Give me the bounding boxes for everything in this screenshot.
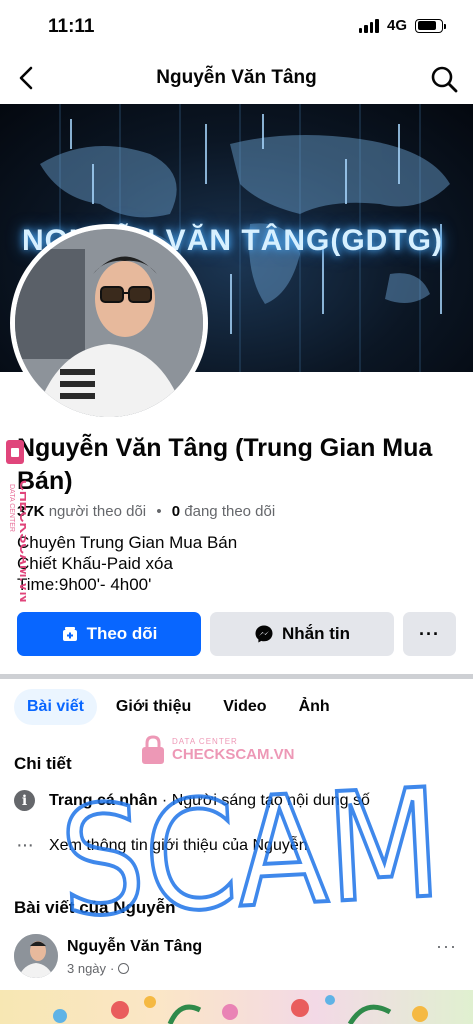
details-heading: Chi tiết bbox=[14, 754, 72, 773]
followers-count[interactable]: 37K bbox=[17, 503, 45, 520]
meta-dot: · bbox=[110, 961, 115, 976]
follow-button[interactable]: Theo dõi bbox=[17, 612, 201, 656]
battery-icon bbox=[415, 18, 446, 33]
page-type: Trang cá nhân bbox=[49, 791, 158, 809]
info-icon: i bbox=[14, 790, 35, 811]
following-label[interactable]: đang theo dõi bbox=[184, 503, 275, 520]
more-dots-icon: ··· bbox=[419, 623, 440, 644]
status-bar: 11:11 4G bbox=[0, 0, 473, 52]
status-indicators: 4G bbox=[358, 17, 446, 34]
followers-label[interactable]: người theo dõi bbox=[49, 503, 146, 520]
tab-about[interactable]: Giới thiệu bbox=[103, 689, 204, 725]
bio-line: Chuyên Trung Gian Mua Bán bbox=[17, 533, 238, 552]
profile-actions: Theo dõi Nhắn tin ··· bbox=[17, 612, 456, 656]
post-time[interactable]: 3 ngày bbox=[67, 961, 106, 976]
tab-photos[interactable]: Ảnh bbox=[286, 689, 343, 725]
follow-label: Theo dõi bbox=[86, 624, 158, 643]
checkscam-center-watermark: DATA CENTER CHECKSCAM.VN bbox=[140, 734, 295, 766]
profile-bio: Chuyên Trung Gian Mua Bán Chiết Khấu-Pai… bbox=[17, 532, 237, 595]
network-type: 4G bbox=[386, 17, 407, 34]
floral-pattern bbox=[53, 995, 428, 1024]
detail-see-more[interactable]: ··· Xem thông tin giới thiệu của Nguyễn bbox=[14, 834, 308, 857]
nav-title: Nguyễn Văn Tâng bbox=[156, 67, 317, 88]
avatar-photo bbox=[15, 229, 203, 417]
profile-tabs: Bài viết Giới thiệu Video Ảnh bbox=[14, 688, 343, 726]
see-more-label: Xem thông tin giới thiệu của Nguyễn bbox=[49, 836, 308, 854]
bio-line: Time:9h00'- 4h00' bbox=[17, 575, 152, 594]
page-category: · Người sáng tạo nội dung số bbox=[157, 791, 370, 809]
posts-heading: Bài viết của Nguyễn bbox=[14, 898, 176, 917]
lock-icon bbox=[142, 735, 164, 764]
status-time: 11:11 bbox=[48, 16, 95, 37]
following-count[interactable]: 0 bbox=[172, 503, 180, 520]
profile-name: Nguyễn Văn Tâng (Trung Gian Mua Bán) bbox=[17, 434, 433, 495]
message-label: Nhắn tin bbox=[282, 624, 350, 643]
center-watermark-small: DATA CENTER bbox=[172, 737, 238, 746]
more-options-button[interactable]: ··· bbox=[403, 612, 456, 656]
post-author-name[interactable]: Nguyễn Văn Tâng bbox=[67, 938, 202, 956]
message-button[interactable]: Nhắn tin bbox=[210, 612, 394, 656]
center-watermark-text: CHECKSCAM.VN bbox=[172, 746, 295, 763]
nav-bar: Nguyễn Văn Tâng bbox=[0, 52, 473, 104]
follow-stats: 37K người theo dõi • 0 đang theo dõi bbox=[17, 503, 275, 520]
bio-line: Chiết Khấu-Paid xóa bbox=[17, 554, 173, 573]
globe-icon bbox=[118, 963, 130, 974]
post-author-avatar[interactable] bbox=[14, 934, 58, 978]
post-meta: 3 ngày · bbox=[67, 961, 130, 976]
vertical-watermark-small: DATA CENTER bbox=[8, 484, 15, 532]
post-image-preview[interactable] bbox=[0, 990, 473, 1024]
post-more-button[interactable]: ··· bbox=[436, 936, 457, 957]
follow-plus-icon bbox=[62, 627, 77, 641]
section-divider bbox=[0, 674, 473, 679]
more-info-icon: ··· bbox=[16, 834, 34, 856]
search-icon[interactable] bbox=[429, 64, 459, 94]
messenger-icon bbox=[255, 625, 273, 643]
profile-avatar[interactable] bbox=[10, 224, 208, 422]
stats-separator: • bbox=[156, 503, 162, 520]
tab-video[interactable]: Video bbox=[210, 689, 279, 725]
signal-icon bbox=[358, 18, 379, 33]
detail-page-type: i Trang cá nhân · Người sáng tạo nội dun… bbox=[14, 790, 370, 811]
tab-posts[interactable]: Bài viết bbox=[14, 689, 97, 725]
